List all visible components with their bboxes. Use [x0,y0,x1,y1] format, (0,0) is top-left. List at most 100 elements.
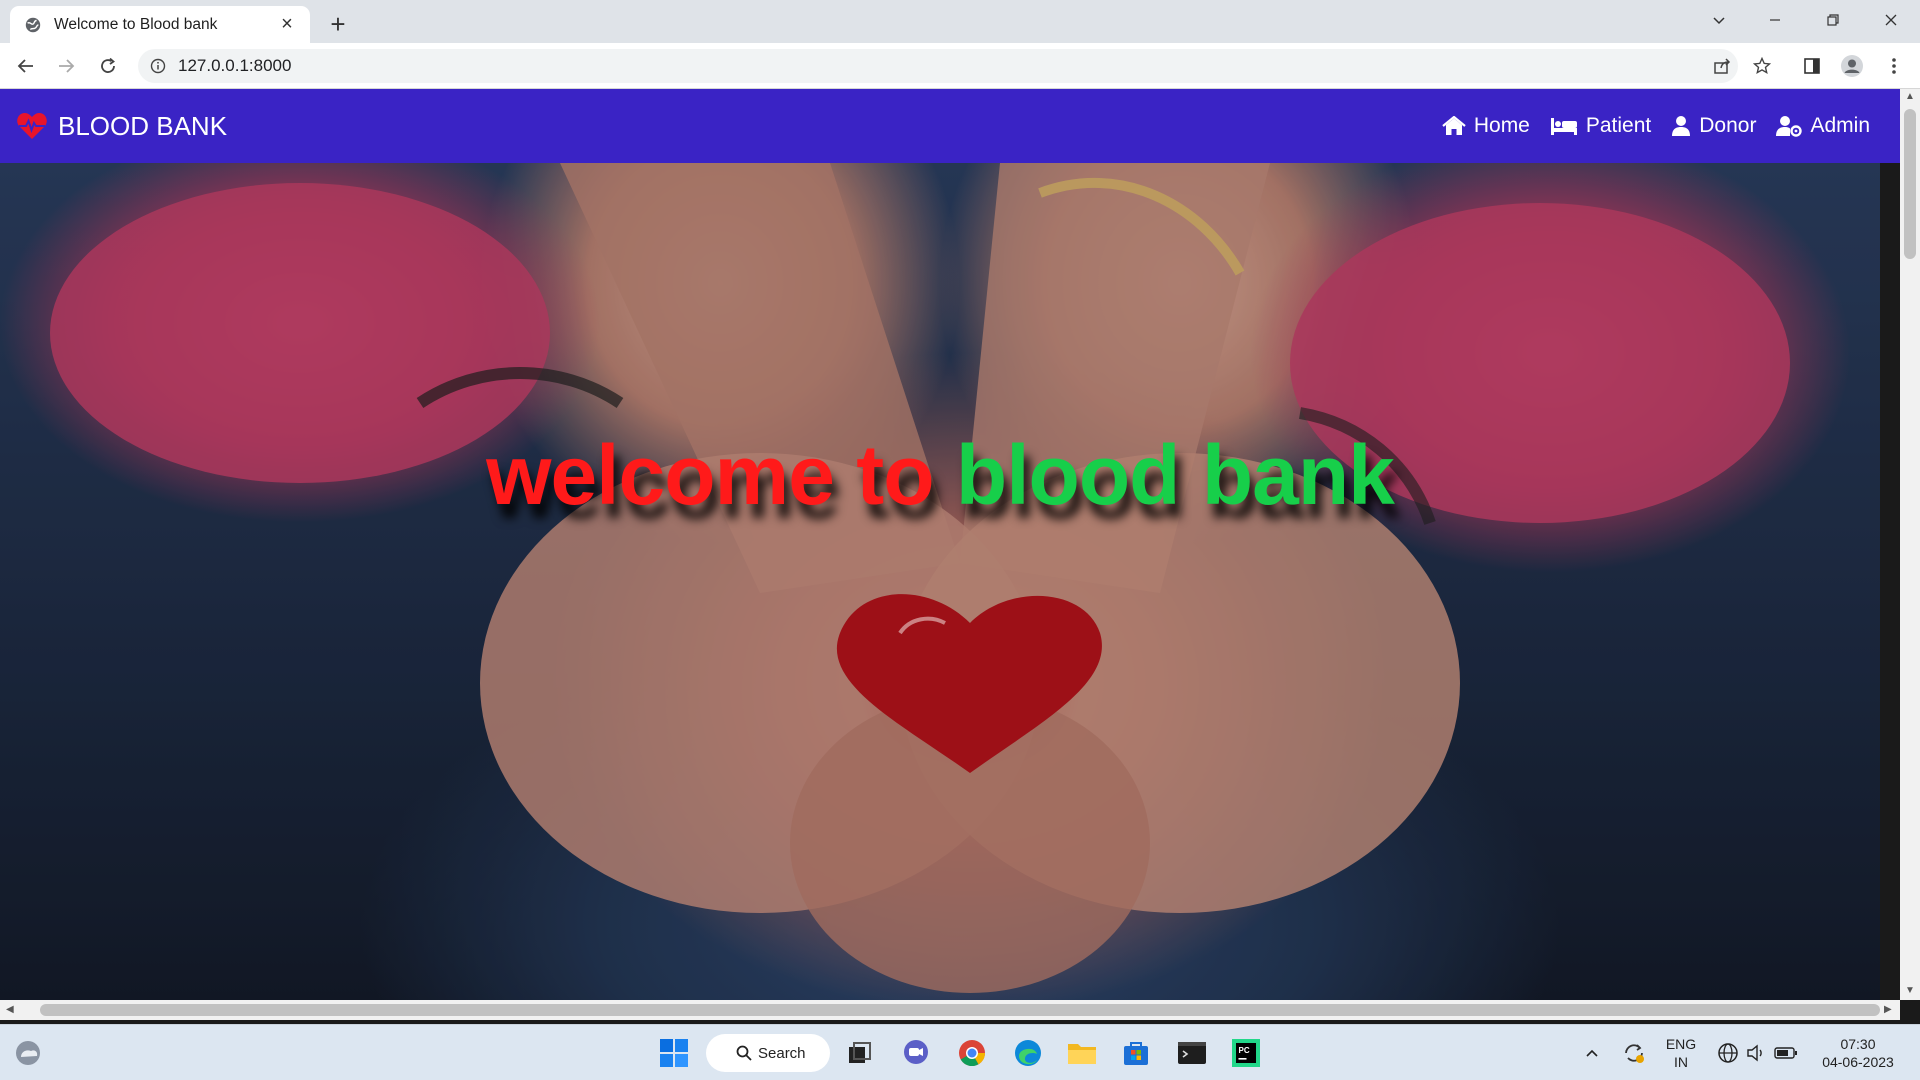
info-icon[interactable] [150,58,166,74]
tab-search-button[interactable] [1696,4,1742,36]
pycharm-icon: PC [1232,1039,1260,1067]
reload-button[interactable] [92,50,124,82]
avatar-icon [1841,55,1863,77]
minimize-icon [1770,19,1780,21]
tab-title: Welcome to Blood bank [54,15,218,33]
hands-holding-heart-image [0,163,1880,1000]
search-icon [736,1045,752,1061]
store-button[interactable] [1118,1035,1154,1071]
sync-button[interactable] [1616,1035,1652,1071]
tab-strip: Welcome to Blood bank × + [0,0,1920,43]
edge-taskbar-button[interactable] [1010,1035,1046,1071]
file-explorer-button[interactable] [1064,1035,1100,1071]
browser-tab[interactable]: Welcome to Blood bank × [10,6,310,43]
clock-time: 07:30 [1840,1036,1876,1052]
forward-button[interactable] [50,50,82,82]
clock[interactable]: 07:30 04-06-2023 [1808,1035,1908,1071]
start-button[interactable] [656,1035,692,1071]
heartbeat-icon [17,113,47,139]
address-bar[interactable]: 127.0.0.1:8000 [138,49,1738,83]
sync-icon [1625,1044,1644,1063]
restore-button[interactable] [1810,4,1856,36]
nav-patient-label: Patient [1585,114,1652,137]
nav-admin[interactable]: Admin [1776,114,1870,138]
hero-title-part2: blood bank [955,428,1395,522]
globe-network-icon [1718,1043,1738,1063]
share-icon [1714,58,1731,74]
bed-icon [1550,118,1577,135]
user-cog-icon [1776,116,1803,137]
new-tab-button[interactable]: + [322,8,354,40]
star-icon [1753,57,1771,75]
scroll-down-icon[interactable]: ▼ [1905,985,1915,996]
task-view-icon [849,1042,871,1063]
back-button[interactable] [10,50,42,82]
terminal-button[interactable] [1174,1035,1210,1071]
scroll-left-icon[interactable]: ◀ [6,1004,14,1015]
bookmark-button[interactable] [1746,50,1778,82]
speaker-icon [1747,1044,1762,1062]
user-icon [1672,116,1691,136]
brand-name: BLOOD BANK [58,110,228,141]
globe-icon [25,17,41,32]
store-icon [1124,1042,1148,1065]
home-icon [1442,116,1466,135]
url-text: 127.0.0.1:8000 [178,56,292,75]
clock-date: 04-06-2023 [1822,1054,1894,1070]
scroll-up-icon[interactable]: ▲ [1905,91,1915,102]
terminal-icon [1178,1042,1206,1064]
nav-links: Home Patient Donor Admin [1442,89,1870,163]
side-panel-button[interactable] [1796,50,1828,82]
chrome-taskbar-button[interactable] [954,1035,990,1071]
restore-icon [1827,14,1839,26]
search-label: Search [758,1044,806,1062]
region-label: IN [1674,1054,1688,1070]
horizontal-scroll-thumb[interactable] [40,1004,1880,1016]
page-viewport: BLOOD BANK Home Patient Donor Admin welc… [0,89,1920,1024]
menu-button[interactable] [1878,50,1910,82]
task-view-button[interactable] [842,1035,878,1071]
brand[interactable]: BLOOD BANK [16,111,227,142]
taskbar-search[interactable]: Search [706,1034,830,1072]
nav-patient[interactable]: Patient [1550,114,1651,138]
svg-text:PC: PC [1239,1046,1250,1055]
arrow-right-icon [59,59,75,73]
chat-icon [904,1040,928,1064]
kebab-menu-icon [1892,58,1896,74]
horizontal-scrollbar[interactable]: ◀ ▶ [0,1000,1900,1020]
close-tab-icon[interactable]: × [276,13,298,36]
nav-admin-label: Admin [1810,114,1870,137]
chat-button[interactable] [898,1035,934,1071]
profile-button[interactable] [1836,50,1868,82]
side-panel-icon [1804,58,1820,74]
folder-icon [1068,1044,1096,1064]
share-button[interactable] [1706,50,1738,82]
chevron-up-icon [1586,1049,1598,1057]
weather-icon [16,1041,40,1065]
vertical-scroll-thumb[interactable] [1904,109,1916,259]
close-icon [1885,14,1897,26]
hero-title-part1: welcome to [486,428,934,522]
edge-icon [1015,1040,1041,1066]
show-hidden-icons-button[interactable] [1574,1035,1610,1071]
scroll-right-icon[interactable]: ▶ [1884,1004,1892,1015]
chrome-icon [959,1040,986,1067]
hero-section: welcome to blood bank [0,163,1880,1000]
nav-home[interactable]: Home [1442,114,1530,138]
arrow-left-icon [17,59,33,73]
windows-icon [660,1039,688,1067]
pycharm-button[interactable]: PC [1228,1035,1264,1071]
widgets-button[interactable] [10,1035,46,1071]
language-indicator[interactable]: ENG IN [1660,1035,1702,1071]
close-window-button[interactable] [1868,4,1914,36]
battery-icon [1774,1047,1797,1059]
browser-toolbar: 127.0.0.1:8000 [0,43,1920,89]
reload-icon [101,57,115,73]
minimize-button[interactable] [1752,4,1798,36]
nav-donor[interactable]: Donor [1671,114,1756,138]
nav-home-label: Home [1473,114,1530,137]
chevron-down-icon [1713,17,1725,25]
vertical-scrollbar[interactable]: ▲ ▼ [1900,89,1920,1000]
language-label: ENG [1665,1036,1697,1052]
battery-button[interactable] [1768,1035,1804,1071]
